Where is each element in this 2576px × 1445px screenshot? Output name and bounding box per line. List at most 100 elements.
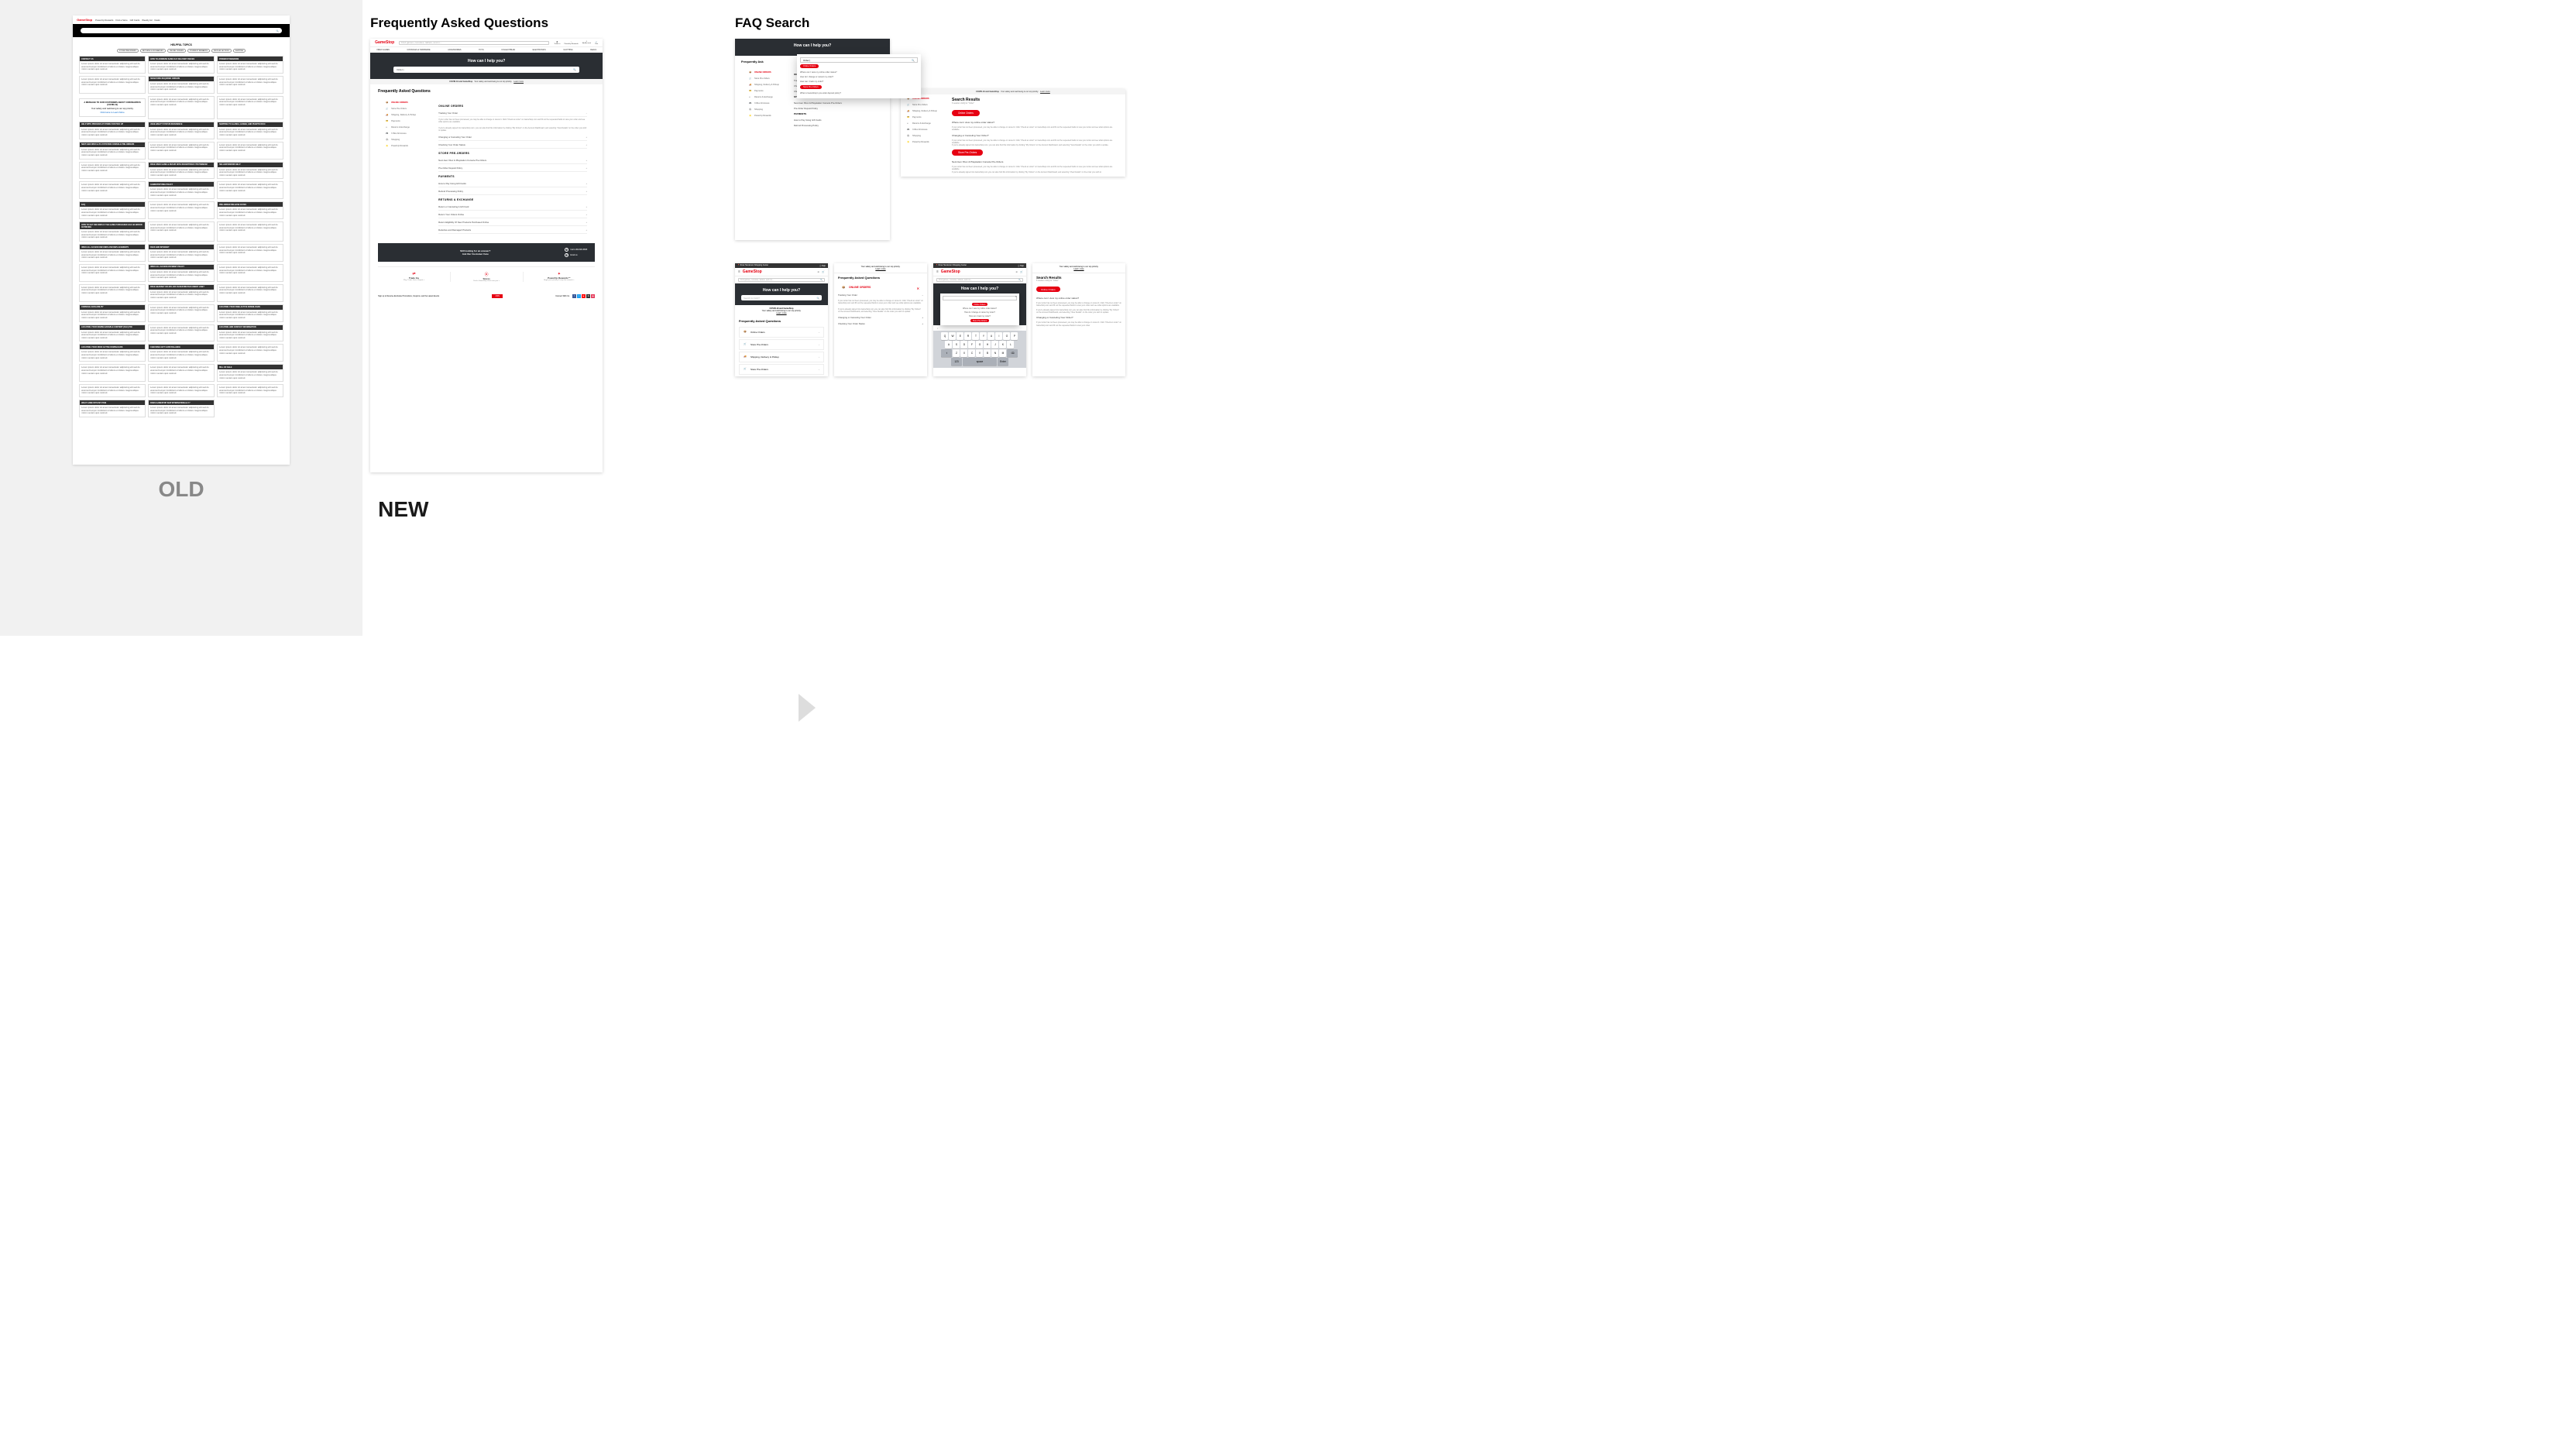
trade-in-icon[interactable]: ⇄Trade In (554, 41, 560, 45)
faq-item[interactable]: Return or Canceling A Gift Card+ (438, 203, 587, 211)
keyboard-key[interactable]: R (964, 332, 971, 340)
result-question[interactable]: Where can I view my online order status? (1036, 297, 1121, 300)
sidebar-item[interactable]: 💳Payments (386, 120, 432, 124)
sidebar-item[interactable]: 🚚Shipping, Delivery & Pickup (749, 84, 788, 88)
keyboard-key[interactable]: D (960, 341, 967, 348)
keyboard-key[interactable]: T (972, 332, 979, 340)
faq-item[interactable]: Changing or Canceling Your Order+ (438, 133, 587, 141)
overlay-search-input[interactable]: Order |🔍 (800, 57, 918, 63)
category-pill[interactable]: Online Orders (1036, 287, 1060, 292)
twitch-icon[interactable]: ⧉ (586, 294, 590, 298)
cart-icon[interactable]: 🛒Cart (595, 41, 598, 45)
rewards-icon[interactable]: ♡PowerUp Rewards (564, 41, 578, 45)
category-store-preorders[interactable]: 🛒Store Pre-Orders› (739, 339, 824, 350)
stores-link[interactable]: ⦿StoresFind a GameStop store near you > (451, 272, 524, 282)
twitter-icon[interactable]: t (577, 294, 581, 298)
user-icon[interactable]: ☺ (817, 270, 819, 273)
sidebar-item[interactable]: 💳Payments (907, 116, 946, 120)
sidebar-item[interactable]: 🚚Shipping, Delivery & Pickup (907, 110, 946, 114)
keyboard-key[interactable]: W (949, 332, 956, 340)
account-icon[interactable]: ☺My Account (582, 41, 591, 45)
sidebar-item[interactable]: 🎮X-Box All Access (907, 129, 946, 132)
keyboard-key[interactable]: ⇧ (941, 349, 952, 357)
keyboard-key[interactable]: Enter (998, 358, 1008, 366)
cart-icon[interactable]: 🛒 (1020, 270, 1023, 273)
overlay-search-input[interactable]: Order | (943, 296, 1017, 300)
help-link[interactable]: ⓘ Help (1018, 264, 1024, 267)
keyboard-key[interactable]: Y (980, 332, 987, 340)
search-input[interactable]: 🔍 (81, 28, 282, 33)
keyboard-key[interactable]: B (984, 349, 991, 357)
faq-search-input[interactable]: Order |🔍 (393, 67, 579, 73)
keyboard-key[interactable]: S (953, 341, 960, 348)
keyboard-key[interactable]: 123 (951, 358, 962, 366)
category-pill[interactable]: Online Orders (800, 64, 819, 68)
sidebar-item[interactable]: 💳Payments (749, 90, 788, 94)
category-pill[interactable]: Online Orders (972, 303, 988, 306)
facebook-icon[interactable]: f (572, 294, 576, 298)
faq-item[interactable]: Defective and Damaged Products+ (438, 226, 587, 234)
sidebar-item[interactable]: ↩Returns & Exchange (386, 126, 432, 130)
faq-item[interactable]: Pre-Order Deposit Policy+ (438, 164, 587, 172)
sidebar-item[interactable]: 🛍Shopping (749, 108, 788, 112)
category-store-preorders-2[interactable]: 🛒Store Pre-Orders› (739, 364, 824, 375)
category-online-orders[interactable]: 📦Online Orders› (739, 327, 824, 338)
join-button[interactable]: JOIN (492, 294, 502, 298)
faq-item[interactable]: Checking Your Order Status+ (438, 141, 587, 149)
sidebar-item[interactable]: 📦ONLINE ORDERS (386, 101, 432, 105)
sidebar-item[interactable]: ⭐PowerUp Rewards (386, 145, 432, 149)
result-question[interactable]: Changing or Canceling Your Order? (1036, 316, 1121, 319)
faq-item[interactable]: Tracking Your Order− (838, 292, 923, 298)
search-suggestion[interactable]: What is GameStop's pre-order deposit pol… (800, 91, 918, 95)
keyboard-key[interactable]: U (987, 332, 994, 340)
search-suggestion[interactable]: How can I track my order? (800, 79, 918, 84)
keyboard-key[interactable]: F (968, 341, 975, 348)
sidebar-item[interactable]: 🛍Shopping (907, 135, 946, 139)
sidebar-item[interactable]: 🎮X-Box All Access (386, 132, 432, 136)
faq-item[interactable]: Changing or Canceling Your Order+ (838, 314, 923, 321)
sidebar-item[interactable]: 📦ONLINE ORDERS (749, 71, 788, 75)
search-suggestion[interactable]: How can I track my order? (943, 314, 1017, 318)
category-pill[interactable]: Store Pre-Orders (970, 319, 989, 322)
category-shipping[interactable]: 🚚Shipping, Delivery & Pickup› (739, 352, 824, 362)
cart-icon[interactable]: 🛒 (822, 270, 825, 273)
keyboard-key[interactable]: Q (941, 332, 948, 340)
keyboard-key[interactable]: H (984, 341, 991, 348)
keyboard-key[interactable]: L (1007, 341, 1014, 348)
keyboard-key[interactable]: K (999, 341, 1006, 348)
faq-item[interactable]: Checking Your Order Status+ (838, 321, 923, 327)
keyboard-key[interactable]: I (995, 332, 1002, 340)
category-pill[interactable]: Store Pre-Orders (952, 149, 983, 156)
faq-item[interactable]: Return Eligibility Of New Products Purch… (438, 218, 587, 226)
youtube-icon[interactable]: ▶ (582, 294, 586, 298)
global-search[interactable]: Find games, consoles, tablets, and m... (399, 41, 549, 45)
category-pill[interactable]: Store Pre-Orders (800, 85, 822, 89)
close-icon[interactable]: ✕ (1015, 295, 1017, 298)
mobile-search[interactable]: Find games, consoles, tablets, and mo...… (738, 278, 825, 282)
faq-item[interactable]: How to Pay Using Gift Cards+ (438, 180, 587, 187)
keyboard-key[interactable]: J (991, 341, 998, 348)
keyboard-key[interactable]: V (976, 349, 983, 357)
sidebar-item[interactable]: ⭐PowerUp Rewards (749, 115, 788, 118)
keyboard-key[interactable]: ⌫ (1007, 349, 1018, 357)
keyboard-key[interactable]: A (945, 341, 952, 348)
faq-item[interactable]: Return Your Orders Online+ (438, 211, 587, 218)
instagram-icon[interactable]: ◉ (591, 294, 595, 298)
keyboard-key[interactable]: P (1011, 332, 1018, 340)
sidebar-item[interactable]: 🚚Shipping, Delivery & Pickup (386, 114, 432, 118)
keyboard-key[interactable]: E (957, 332, 963, 340)
phone-link[interactable]: ✆Call 1-800-883-8895 (565, 248, 587, 252)
menu-icon[interactable]: ☰ (936, 270, 939, 273)
help-link[interactable]: ⓘ Help (819, 264, 826, 267)
faq-item[interactable]: Next-Gen Xbox & Playstation Console Pre-… (438, 156, 587, 164)
faq-item[interactable]: Refund Processing Policy+ (438, 187, 587, 195)
sidebar-item[interactable]: ↩Returns & Exchange (749, 96, 788, 100)
sidebar-item[interactable]: 🛒Store Pre-Orders (749, 77, 788, 81)
rewards-link[interactable]: ✦PowerUp Rewards™Begin your journey & re… (524, 272, 596, 282)
accordion-header[interactable]: 📦ONLINE ORDERS✕ (838, 284, 923, 292)
trade-ins-link[interactable]: ⇄Trade InsPlay, Trade, Save, Repeat > (378, 272, 451, 282)
sidebar-item[interactable]: 🛒Store Pre-Orders (386, 108, 432, 112)
sidebar-item[interactable]: 🎮X-Box All Access (749, 102, 788, 106)
category-pill[interactable]: Online Orders (952, 110, 980, 116)
keyboard-key[interactable]: X (960, 349, 967, 357)
